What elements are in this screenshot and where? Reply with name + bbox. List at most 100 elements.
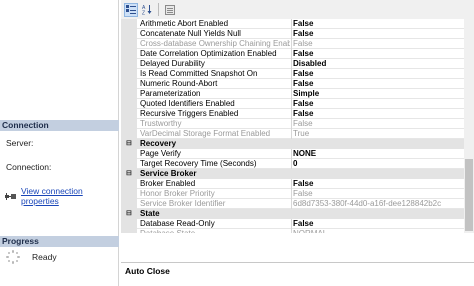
property-row[interactable]: Is Read Committed Snapshot On False	[121, 69, 464, 79]
property-row[interactable]: Parameterization Simple	[121, 89, 464, 99]
property-value: 6d8d7353-380f-44d0-a16f-dee128842b2c	[291, 199, 464, 209]
row-gutter	[121, 119, 137, 129]
categorized-button[interactable]	[124, 2, 138, 17]
property-row[interactable]: Cross-database Ownership Chaining Enable…	[121, 39, 464, 49]
row-gutter	[121, 219, 137, 229]
view-connection-properties-row[interactable]: View connection properties	[5, 186, 118, 206]
row-gutter	[121, 69, 137, 79]
properties-pane: A Z Arithmetic Abort Enabled False Concate…	[121, 0, 474, 286]
property-name: Concatenate Null Yields Null	[140, 29, 241, 38]
property-value[interactable]: False	[291, 49, 464, 59]
alphabetical-button[interactable]: A Z	[140, 3, 154, 17]
property-value: False	[291, 189, 464, 199]
left-pane: Connection Server: Connection: View conn…	[0, 0, 119, 286]
property-name: Quoted Identifiers Enabled	[140, 99, 235, 108]
property-row[interactable]: Arithmetic Abort Enabled False	[121, 19, 464, 29]
property-row[interactable]: Target Recovery Time (Seconds) 0	[121, 159, 464, 169]
category-label: State	[140, 209, 160, 218]
property-name: Database State	[140, 229, 290, 233]
category-row[interactable]: ⊟ Recovery	[121, 139, 464, 149]
property-row[interactable]: Broker Enabled False	[121, 179, 464, 189]
category-row[interactable]: ⊟ State	[121, 209, 464, 219]
row-gutter	[121, 189, 137, 199]
property-row[interactable]: Concatenate Null Yields Null False	[121, 29, 464, 39]
property-name: Parameterization	[140, 89, 201, 98]
property-row[interactable]: Database Read-Only False	[121, 219, 464, 229]
property-name: Numeric Round-Abort	[140, 79, 218, 88]
progress-spinner-icon	[6, 250, 20, 264]
server-label: Server:	[6, 138, 34, 148]
property-value[interactable]: False	[291, 109, 464, 119]
property-name: Page Verify	[140, 149, 181, 158]
property-value: False	[291, 119, 464, 129]
row-gutter	[121, 179, 137, 189]
property-name: Database Read-Only	[140, 219, 215, 228]
progress-status: Ready	[6, 250, 57, 264]
property-row[interactable]: Database StateNORMAL	[121, 229, 464, 233]
property-row[interactable]: Quoted Identifiers Enabled False	[121, 99, 464, 109]
property-grid-toolbar: A Z	[121, 0, 474, 19]
property-value[interactable]: 0	[291, 159, 464, 169]
view-connection-properties-link[interactable]: View connection properties	[21, 186, 118, 206]
collapse-icon[interactable]: ⊟	[126, 139, 132, 149]
property-row[interactable]: VarDecimal Storage Format Enabled True	[121, 129, 464, 139]
property-value[interactable]: False	[291, 79, 464, 89]
property-name: Recursive Triggers Enabled	[140, 109, 239, 118]
property-pages-button[interactable]	[163, 3, 177, 17]
property-name: Is Read Committed Snapshot On	[140, 69, 258, 78]
property-row[interactable]: Date Correlation Optimization Enabled Fal…	[121, 49, 464, 59]
row-gutter	[121, 89, 137, 99]
property-row[interactable]: Numeric Round-Abort False	[121, 79, 464, 89]
scrollbar-thumb[interactable]	[465, 159, 473, 231]
row-gutter	[121, 229, 137, 233]
property-value[interactable]: False	[291, 29, 464, 39]
property-value[interactable]: False	[291, 69, 464, 79]
row-gutter	[121, 199, 137, 209]
property-grid-scrollbar[interactable]	[464, 19, 474, 233]
category-label: Recovery	[140, 139, 177, 148]
row-gutter	[121, 159, 137, 169]
property-value[interactable]: Disabled	[291, 59, 464, 69]
property-name: Cross-database Ownership Chaining Enable…	[140, 39, 290, 48]
property-value: NORMAL	[291, 229, 464, 233]
property-name: Honor Broker Priority	[140, 189, 215, 198]
property-row[interactable]: Page Verify NONE	[121, 149, 464, 159]
category-row[interactable]: ⊟ Service Broker	[121, 169, 464, 179]
property-value: False	[291, 39, 464, 49]
property-name: Trustworthy	[140, 119, 182, 128]
row-gutter	[121, 129, 137, 139]
property-name: Broker Enabled	[140, 179, 196, 188]
row-gutter	[121, 39, 137, 49]
svg-text:Z: Z	[142, 11, 145, 16]
property-row[interactable]: Delayed Durability Disabled	[121, 59, 464, 69]
property-value[interactable]: False	[291, 219, 464, 229]
collapse-icon[interactable]: ⊟	[126, 169, 132, 179]
property-value[interactable]: Simple	[291, 89, 464, 99]
property-row[interactable]: Trustworthy False	[121, 119, 464, 129]
property-value[interactable]: False	[291, 179, 464, 189]
row-gutter	[121, 59, 137, 69]
row-gutter	[121, 109, 137, 119]
connection-header: Connection	[0, 120, 119, 131]
toolbar-separator	[158, 3, 159, 16]
property-value[interactable]: False	[291, 99, 464, 109]
collapse-icon[interactable]: ⊟	[126, 209, 132, 219]
property-row[interactable]: Honor Broker Priority False	[121, 189, 464, 199]
category-label: Service Broker	[140, 169, 197, 178]
property-description-panel: Auto Close	[121, 262, 474, 286]
property-name: Date Correlation Optimization Enabled	[140, 49, 277, 58]
property-description-title: Auto Close	[125, 266, 170, 276]
property-name: Arithmetic Abort Enabled	[140, 19, 229, 28]
property-row[interactable]: Service Broker Identifier 6d8d7353-380f-4…	[121, 199, 464, 209]
property-value[interactable]: False	[291, 19, 464, 29]
property-name: Service Broker Identifier	[140, 199, 226, 208]
row-gutter	[121, 149, 137, 159]
connection-properties-icon	[5, 192, 16, 201]
property-name: Target Recovery Time (Seconds)	[140, 159, 257, 168]
row-gutter	[121, 49, 137, 59]
property-pages-icon	[165, 4, 175, 15]
progress-header: Progress	[0, 236, 119, 247]
categorized-icon	[126, 4, 136, 14]
property-value[interactable]: NONE	[291, 149, 464, 159]
property-row[interactable]: Recursive Triggers Enabled False	[121, 109, 464, 119]
